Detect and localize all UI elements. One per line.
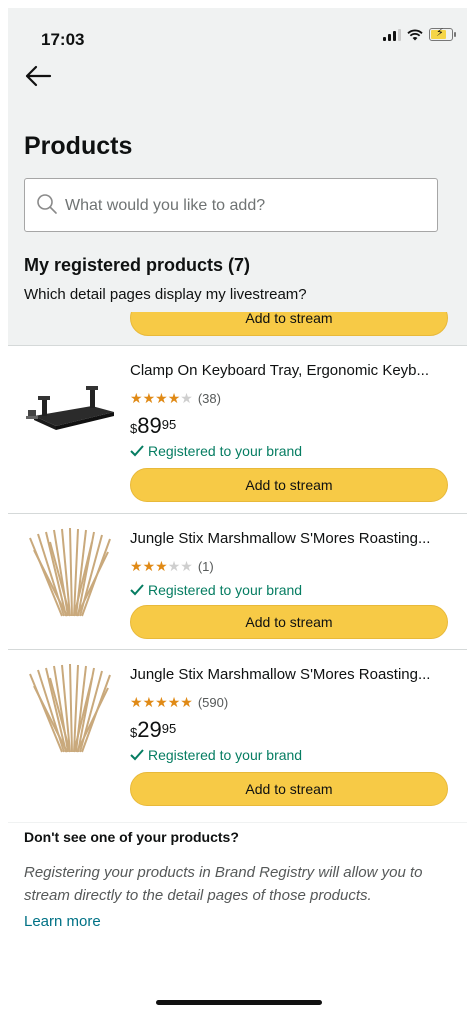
add-to-stream-button[interactable]: Add to stream [130,772,448,806]
add-to-stream-button[interactable]: Add to stream [130,312,448,336]
registered-status: Registered to your brand [130,443,302,459]
star-rating: ★ ★ ★ ★ ★ (38) [130,390,221,407]
page-title: Products [24,132,133,160]
status-time: 17:03 [41,30,85,49]
price-whole: 29 [137,717,162,742]
section-subtitle: Which detail pages display my livestream… [24,286,307,303]
price-fraction: 95 [161,721,177,736]
add-to-stream-button[interactable]: Add to stream [130,468,448,502]
product-card: Jungle Stix Marshmallow S'Mores Roasting… [8,513,467,650]
rating-count: (1) [197,559,214,574]
keyboard-tray-image [22,376,122,451]
add-to-stream-button[interactable]: Add to stream [130,605,448,639]
help-heading: Don't see one of your products? [24,829,239,845]
price-currency: $ [130,725,138,740]
registered-label: Registered to your brand [148,582,303,598]
stars-icon: ★ ★ ★ ★ ★ [130,558,193,574]
registered-label: Registered to your brand [148,747,303,763]
rating-count: (590) [197,695,229,710]
learn-more-link[interactable]: Learn more [24,913,101,930]
product-title[interactable]: Jungle Stix Marshmallow S'Mores Roasting… [130,666,450,683]
arrow-left-icon [25,65,52,87]
home-indicator[interactable] [156,1000,322,1005]
price-fraction: 95 [161,417,177,432]
app-screen: 17:03 ⚡ Products My regist [8,8,467,1016]
product-title[interactable]: Clamp On Keyboard Tray, Ergonomic Keyb..… [130,362,450,379]
roasting-sticks-image [22,663,122,759]
product-card: Clamp On Keyboard Tray, Ergonomic Keyb..… [8,345,467,514]
battery-icon: ⚡ [429,27,456,41]
checkmark-icon [130,445,144,457]
product-card: Jungle Stix Marshmallow S'Mores Roasting… [8,649,467,822]
wifi-icon [407,29,423,40]
star-rating: ★ ★ ★ ★ ★ (590) [130,694,228,711]
price: $ 89 95 [130,414,176,438]
search-icon [37,194,57,214]
registered-label: Registered to your brand [148,443,303,459]
help-section: Don't see one of your products? Register… [8,823,467,1016]
stars-icon: ★ ★ ★ ★ ★ [130,390,193,406]
section-title: My registered products (7) [24,255,251,275]
star-rating: ★ ★ ★ ★ ★ (1) [130,558,214,575]
help-text: Registering your products in Brand Regis… [24,864,423,904]
rating-count: (38) [197,391,221,406]
product-title[interactable]: Jungle Stix Marshmallow S'Mores Roasting… [130,530,450,547]
product-list[interactable]: Add to stream Clamp On Keyboard Tray, Er… [8,312,467,822]
status-bar: 17:03 ⚡ [8,8,467,64]
stars-icon: ★ ★ ★ ★ ★ [130,694,193,710]
registered-status: Registered to your brand [130,582,302,598]
checkmark-icon [130,749,144,761]
search-input[interactable] [63,189,427,223]
registered-status: Registered to your brand [130,747,302,763]
checkmark-icon [130,584,144,596]
search-box[interactable] [24,178,438,232]
price-whole: 89 [137,413,162,438]
back-button[interactable] [22,60,54,92]
roasting-sticks-image [22,527,122,623]
price-currency: $ [130,421,138,436]
price: $ 29 95 [130,718,176,742]
cellular-signal-icon [383,28,401,41]
status-icons: ⚡ [383,27,456,41]
